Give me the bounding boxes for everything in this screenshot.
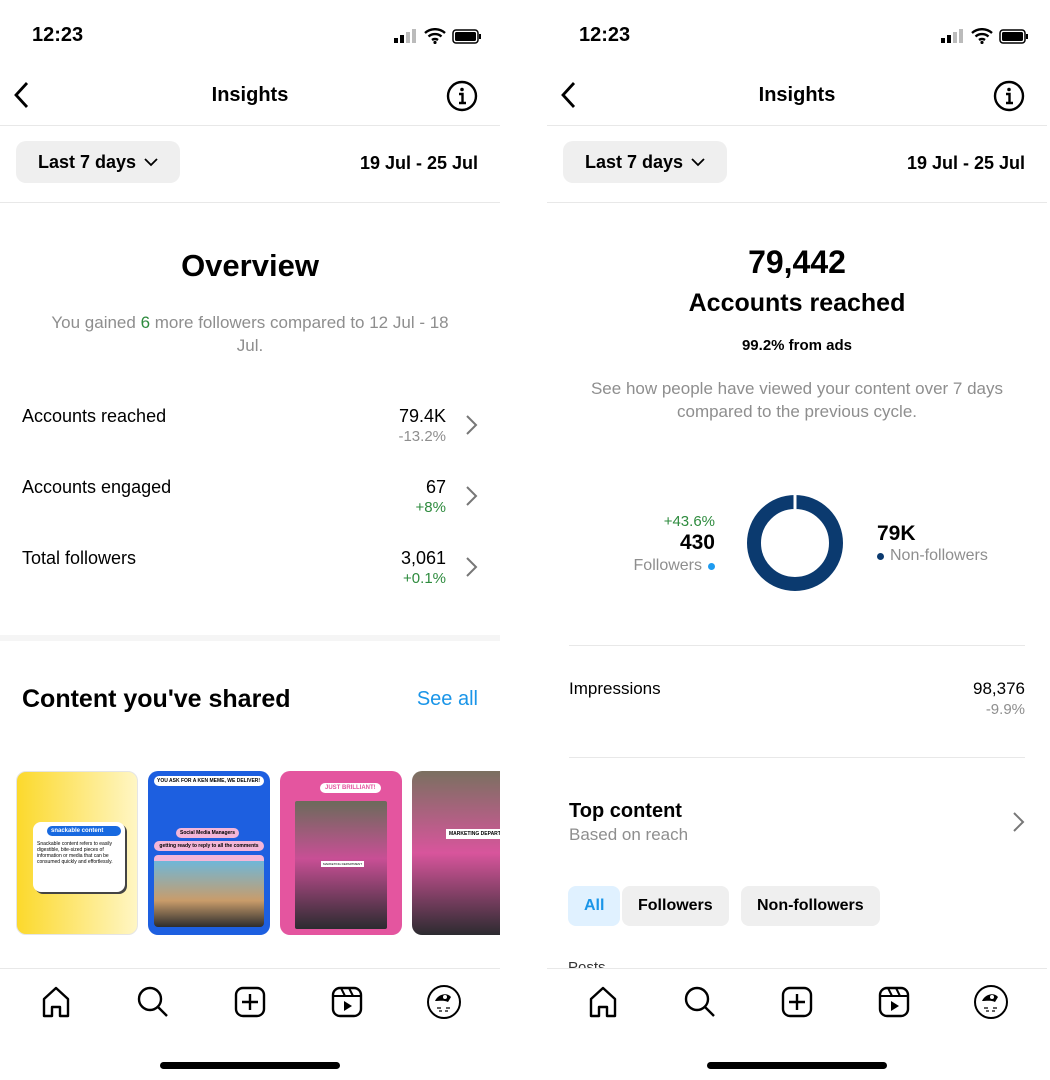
divider [547,125,1047,126]
metric-row-accounts-reached[interactable]: Accounts reached 79.4K -13.2% [22,406,478,456]
wifi-icon [971,28,993,44]
bottom-nav [0,982,500,1022]
nonfollowers-arc [747,495,843,591]
chevron-down-icon [144,158,158,167]
followers-change: +43.6% [663,513,715,530]
create-icon[interactable] [230,982,270,1022]
date-range-dropdown[interactable]: Last 7 days [16,141,181,183]
impressions-label: Impressions [569,679,661,698]
profile-avatar[interactable] [424,982,464,1022]
audience-donut [747,495,843,591]
overview-screen: 12:23 Insights Last 7 days 19 Jul - 25 J… [0,0,500,1080]
home-indicator [707,1062,887,1069]
date-range-label: Last 7 days [585,151,684,172]
chevron-right-icon [466,557,478,577]
nonfollowers-dot [877,552,884,560]
followers-legend: Followers [634,557,715,575]
reels-icon[interactable] [874,982,914,1022]
status-time: 12:23 [32,24,84,46]
search-icon[interactable] [680,982,720,1022]
metric-row-total-followers[interactable]: Total followers 3,061 +0.1% [22,548,478,598]
search-icon[interactable] [133,982,173,1022]
reels-icon[interactable] [327,982,367,1022]
ads-share: 99.2% from ads [741,337,853,354]
divider [547,202,1047,203]
reach-title: Accounts reached [688,289,906,317]
status-icons [941,28,1029,44]
info-icon[interactable] [993,80,1025,112]
reach-description: See how people have viewed your content … [590,379,1004,421]
status-icons [394,28,482,44]
top-content-sub: Based on reach [569,825,689,844]
nonfollowers-legend: Non-followers [877,547,988,565]
chevron-down-icon [691,158,705,167]
wifi-icon [424,28,446,44]
page-title: Insights [758,84,836,106]
metric-row-accounts-engaged[interactable]: Accounts engaged 67 +8% [22,477,478,527]
top-content-title[interactable]: Top content [569,800,682,823]
accounts-reached-screen: 12:23 Insights Last 7 days 19 Jul - 25 J… [547,0,1047,1080]
filter-chip-non-followers[interactable]: Non-followers [741,886,880,926]
home-icon[interactable] [36,982,76,1022]
chevron-right-icon[interactable] [1011,811,1025,833]
profile-avatar[interactable] [971,982,1011,1022]
divider [569,757,1025,758]
filter-chip-followers[interactable]: Followers [622,886,729,926]
divider [569,645,1025,646]
date-range-dropdown[interactable]: Last 7 days [563,141,728,183]
content-thumbnail[interactable]: snackable content Snackable content refe… [16,771,138,935]
filter-chip-all[interactable]: All [568,886,621,926]
overview-title: Overview [181,248,319,283]
signal-icon [941,29,963,43]
home-icon[interactable] [583,982,623,1022]
create-icon[interactable] [777,982,817,1022]
divider [0,202,500,203]
battery-icon [999,28,1028,44]
page-title: Insights [211,84,289,106]
content-thumbnail[interactable]: YOU ASK FOR A KEN MEME, WE DELIVER! Soci… [148,771,270,935]
date-range-label: Last 7 days [38,151,137,172]
impressions-value: 98,376 [973,679,1025,698]
overview-summary: You gained 6 more followers compared to … [51,313,449,355]
see-all-link[interactable]: See all [417,688,478,711]
content-shared-title: Content you've shared [22,685,291,713]
section-separator [0,635,500,641]
battery-icon [452,28,481,44]
content-thumbnail[interactable]: MARKETING DEPARTM [412,771,500,935]
date-range-text: 19 Jul - 25 Jul [359,153,478,173]
chevron-right-icon [466,486,478,506]
followers-value: 430 [679,531,715,554]
home-indicator [160,1062,340,1069]
chevron-right-icon [466,415,478,435]
date-range-text: 19 Jul - 25 Jul [906,153,1025,173]
divider [547,968,1047,969]
signal-icon [394,29,416,43]
divider [0,125,500,126]
bottom-nav [547,982,1047,1022]
status-time: 12:23 [579,24,631,46]
reach-total: 79,442 [748,244,846,280]
content-thumbnail[interactable]: JUST BRILLIANT! MARKETING DEPARTMENT [280,771,402,935]
nonfollowers-value: 79K [877,522,916,545]
info-icon[interactable] [446,80,478,112]
impressions-change: -9.9% [985,701,1025,718]
divider [0,968,500,969]
followers-dot [708,562,715,570]
